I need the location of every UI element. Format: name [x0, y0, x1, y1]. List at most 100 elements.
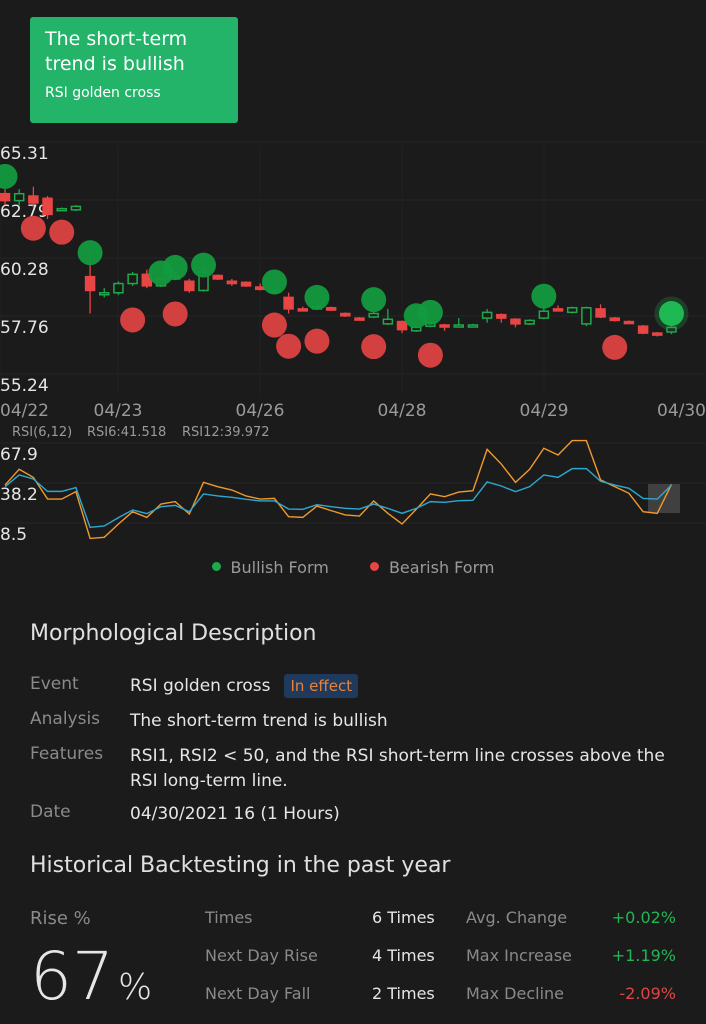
- date-tick-label: 04/30: [657, 401, 706, 421]
- bullish-candle: [13, 192, 25, 202]
- legend-bullish: Bullish Form: [211, 558, 329, 577]
- bearish-marker: [49, 219, 75, 245]
- price-tick-label: 57.76: [0, 318, 49, 338]
- change-label: Max Increase: [466, 946, 572, 965]
- bullish-candle: [70, 205, 82, 211]
- event-value: RSI golden cross: [130, 676, 271, 696]
- change-value: +0.02%: [611, 908, 676, 927]
- bearish-marker: [276, 333, 302, 359]
- features-label: Features: [30, 744, 104, 764]
- bearish-marker: [162, 301, 188, 327]
- analysis-value: The short-term trend is bullish: [130, 711, 388, 731]
- bearish-candle: [0, 192, 11, 202]
- bullish-candle: [113, 282, 124, 294]
- rsi12-readout: RSI12:39.972: [182, 425, 270, 440]
- legend-bullish-label: Bullish Form: [230, 558, 329, 577]
- rsi12-line: [4, 467, 672, 529]
- bearish-marker: [304, 328, 330, 354]
- bullish-marker: [417, 299, 443, 325]
- bullish-marker: [162, 254, 188, 280]
- date-label: Date: [30, 802, 71, 822]
- bearish-candle: [84, 275, 96, 292]
- bullish-marker: [191, 252, 217, 278]
- bullish-candle: [368, 312, 379, 318]
- rise-number: 67: [30, 938, 114, 1015]
- bearish-marker: [261, 312, 287, 338]
- price-tick-label: 55.24: [0, 376, 49, 396]
- bullish-candle: [127, 273, 138, 285]
- bearish-marker: [361, 334, 387, 360]
- bearish-candle: [354, 317, 365, 321]
- date-tick-label: 04/22: [0, 401, 49, 421]
- bullish-candle: [56, 207, 67, 212]
- banner-subtitle: RSI golden cross: [45, 85, 161, 101]
- signal-banner: The short-term trend is bullish RSI gold…: [30, 17, 238, 123]
- rsi-tick-label: 38.2: [0, 485, 38, 505]
- bullish-candle: [99, 292, 110, 296]
- bearish-dot-icon: [369, 562, 379, 571]
- bullish-marker: [0, 163, 18, 189]
- candlestick-rsi-chart[interactable]: 65.3162.7960.2857.7655.2404/22 04/23 04/26…: [0, 140, 706, 550]
- description-title: Morphological Description: [30, 621, 317, 646]
- status-badge: In effect: [284, 674, 359, 698]
- change-value: -2.09%: [619, 984, 676, 1003]
- bearish-candle: [226, 280, 238, 285]
- rsi-title: RSI(6,12): [12, 425, 72, 440]
- event-row: Event RSI golden cross In effect: [30, 674, 670, 699]
- bearish-candle: [297, 308, 309, 312]
- bearish-candle: [325, 306, 337, 311]
- bullish-marker: [361, 287, 387, 313]
- bearish-candle: [42, 197, 53, 216]
- chart-legend: Bullish Form Bearish Form: [0, 558, 706, 577]
- event-label: Event: [30, 674, 79, 694]
- rsi6-line: [4, 439, 673, 540]
- rise-unit: %: [117, 967, 153, 1008]
- rise-label: Rise %: [30, 908, 91, 929]
- bearish-candle: [396, 320, 408, 331]
- bullish-candle: [481, 311, 493, 319]
- backtest-title: Historical Backtesting in the past year: [30, 853, 451, 878]
- bearish-candle: [552, 308, 564, 312]
- rsi-tick-label: 8.5: [0, 525, 27, 545]
- change-label: Max Decline: [466, 984, 564, 1003]
- bullish-marker: [77, 240, 103, 266]
- bearish-marker: [120, 307, 146, 333]
- bearish-candle: [184, 280, 195, 292]
- stat-label: Times: [205, 908, 253, 927]
- rsi-tick-label: 67.9: [0, 445, 38, 465]
- bullish-candle: [524, 319, 535, 325]
- legend-bearish-label: Bearish Form: [388, 558, 495, 577]
- bullish-candle: [467, 324, 479, 328]
- date-tick-label: 04/23: [94, 401, 143, 421]
- analysis-label: Analysis: [30, 709, 101, 729]
- bullish-candle: [581, 306, 592, 325]
- bearish-candle: [623, 320, 635, 325]
- bearish-candle: [637, 325, 649, 334]
- bullish-marker: [658, 301, 684, 327]
- date-row: Date 04/30/2021 16 (1 Hours): [30, 802, 670, 827]
- bearish-candle: [510, 318, 521, 325]
- price-tick-label: 65.31: [0, 144, 49, 164]
- bearish-candle: [496, 313, 507, 319]
- banner-title: The short-term trend is bullish: [45, 28, 188, 75]
- price-tick-label: 60.28: [0, 260, 49, 280]
- change-label: Avg. Change: [466, 908, 568, 927]
- bullish-candle: [382, 318, 394, 325]
- bullish-marker: [304, 284, 330, 310]
- date-tick-label: 04/29: [520, 401, 569, 421]
- bearish-candle: [340, 312, 351, 317]
- bearish-candle: [212, 274, 223, 280]
- features-value: RSI1, RSI2 < 50, and the RSI short-term …: [130, 746, 665, 791]
- bullish-dot-icon: [211, 562, 221, 571]
- date-tick-label: 04/28: [378, 401, 427, 421]
- bearish-marker: [417, 342, 443, 368]
- stat-label: Next Day Rise: [205, 946, 318, 965]
- bearish-candle: [283, 296, 294, 310]
- stat-value: 6 Times: [372, 908, 435, 927]
- rise-value: 67%: [30, 938, 152, 1015]
- change-value: +1.19%: [611, 946, 676, 965]
- bullish-candle: [453, 324, 465, 328]
- bearish-candle: [652, 332, 663, 336]
- date-tick-label: 04/26: [236, 401, 285, 421]
- bullish-marker: [531, 283, 557, 309]
